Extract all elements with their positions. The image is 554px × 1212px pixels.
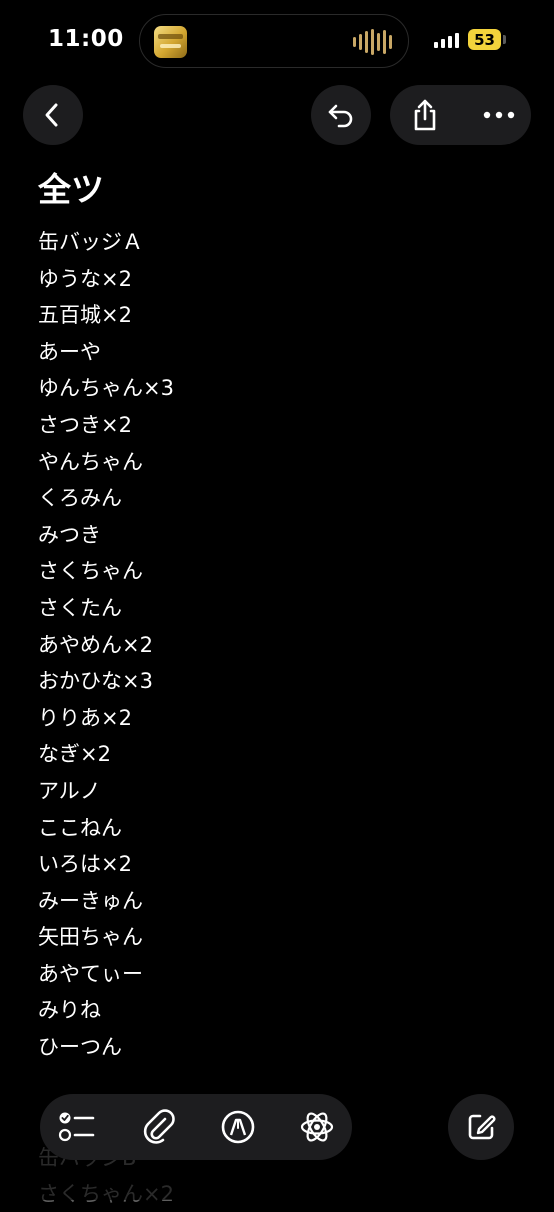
chevron-left-icon — [45, 103, 58, 127]
ai-button[interactable] — [296, 1106, 338, 1148]
checklist-button[interactable] — [56, 1106, 98, 1148]
note-line[interactable]: ここねん — [38, 810, 174, 847]
battery-tip — [503, 35, 506, 44]
now-playing-artwork — [154, 26, 187, 58]
pen-tip-icon — [221, 1110, 255, 1144]
share-button[interactable] — [406, 96, 444, 134]
dynamic-island[interactable] — [139, 14, 409, 68]
note-line[interactable]: ゆうな×2 — [38, 261, 174, 298]
note-line[interactable]: くろみん — [38, 480, 174, 517]
note-line[interactable]: 五百城×2 — [38, 297, 174, 334]
note-line[interactable]: さくちゃん — [38, 553, 174, 590]
note-line[interactable]: さくたん — [38, 590, 174, 627]
note-line[interactable]: さくちゃん×2 — [38, 1176, 174, 1212]
undo-button[interactable] — [311, 85, 371, 145]
note-line[interactable]: やんちゃん — [38, 444, 174, 481]
note-line[interactable]: アルノ — [38, 773, 174, 810]
note-line[interactable]: ひーつん — [38, 1029, 174, 1066]
note-lines[interactable]: 缶バッジＡ ゆうな×2 五百城×2 あーや ゆんちゃん×3 さつき×2 やんちゃ… — [38, 224, 174, 1066]
note-line[interactable]: みつき — [38, 517, 174, 554]
compose-button[interactable] — [448, 1094, 514, 1160]
note-line[interactable]: みーきゅん — [38, 883, 174, 920]
markup-button[interactable] — [217, 1106, 259, 1148]
note-line[interactable]: あやてぃー — [38, 956, 174, 993]
ellipsis-icon — [483, 111, 515, 119]
battery-icon: 53 — [468, 29, 501, 50]
cellular-signal-icon — [434, 32, 459, 48]
note-line[interactable]: あーや — [38, 334, 174, 371]
paperclip-icon — [143, 1109, 175, 1144]
undo-icon — [328, 104, 353, 128]
note-line[interactable]: なぎ×2 — [38, 736, 174, 773]
note-line[interactable]: あやめん×2 — [38, 627, 174, 664]
note-line[interactable]: りりあ×2 — [38, 700, 174, 737]
audio-waveform-icon — [353, 29, 392, 55]
compose-icon — [468, 1114, 496, 1140]
more-button[interactable] — [478, 96, 520, 134]
note-line[interactable]: さつき×2 — [38, 407, 174, 444]
attach-button[interactable] — [138, 1106, 180, 1148]
note-line[interactable]: ゆんちゃん×3 — [38, 370, 174, 407]
battery-level: 53 — [474, 30, 495, 49]
checklist-icon — [58, 1112, 95, 1142]
share-icon — [414, 99, 436, 131]
note-line[interactable]: みりね — [38, 992, 174, 1029]
note-line[interactable]: 缶バッジＡ — [38, 224, 174, 261]
status-time: 11:00 — [48, 26, 124, 52]
back-button[interactable] — [23, 85, 83, 145]
note-title[interactable]: 全ツ — [38, 168, 104, 212]
note-line[interactable]: 矢田ちゃん — [38, 919, 174, 956]
note-line[interactable]: おかひな×3 — [38, 663, 174, 700]
note-line[interactable]: いろは×2 — [38, 846, 174, 883]
apple-intelligence-icon — [300, 1112, 334, 1142]
